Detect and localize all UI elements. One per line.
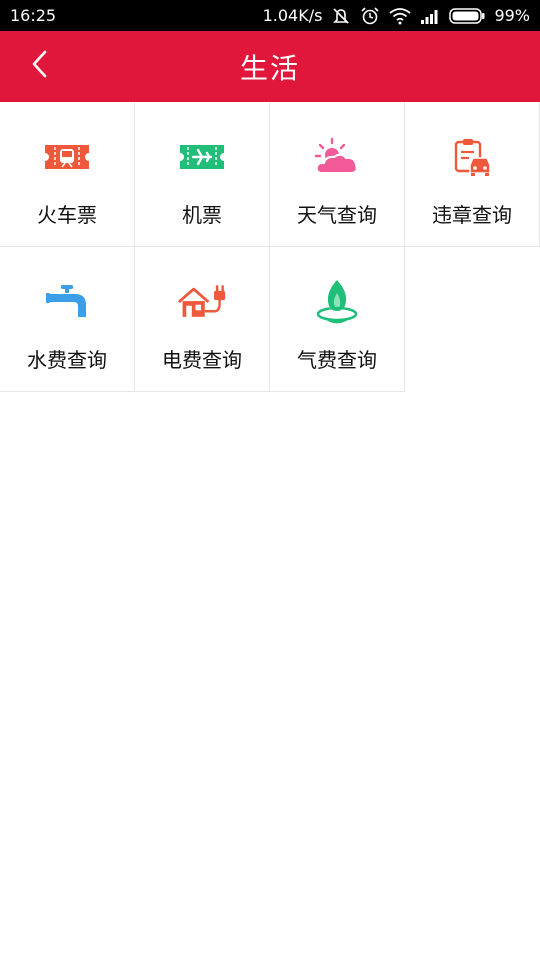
battery-icon — [449, 7, 485, 24]
tile-traffic-violation[interactable]: 违章查询 — [405, 102, 540, 247]
tile-gas-fee[interactable]: 气费查询 — [270, 247, 405, 392]
header-bar: 生活 — [0, 31, 540, 102]
gas-flame-icon — [312, 280, 362, 324]
tile-label: 违章查询 — [432, 203, 512, 227]
tile-label: 水费查询 — [27, 348, 107, 372]
wifi-icon — [389, 7, 411, 25]
tile-label: 电费查询 — [162, 348, 242, 372]
status-time: 16:25 — [10, 6, 57, 25]
status-indicators: 1.04K/s 99% — [263, 6, 530, 25]
weather-icon — [312, 135, 362, 179]
plane-ticket-icon — [177, 135, 227, 179]
tile-plane-ticket[interactable]: 机票 — [135, 102, 270, 247]
traffic-violation-icon — [447, 135, 497, 179]
electric-house-icon — [177, 280, 227, 324]
chevron-left-icon — [30, 49, 50, 83]
tile-water-fee[interactable]: 水费查询 — [0, 247, 135, 392]
tile-weather[interactable]: 天气查询 — [270, 102, 405, 247]
alarm-icon — [360, 6, 380, 25]
water-tap-icon — [42, 280, 92, 324]
train-ticket-icon — [42, 135, 92, 179]
mute-icon — [331, 7, 351, 25]
network-speed: 1.04K/s — [262, 6, 323, 25]
tile-label: 机票 — [182, 203, 222, 227]
tile-train-ticket[interactable]: 火车票 — [0, 102, 135, 247]
tile-label: 天气查询 — [297, 203, 377, 227]
service-grid: 火车票 机票 天气查询 违章查询 水费查询 电费查询 气费查询 — [0, 102, 540, 392]
tile-label: 气费查询 — [297, 348, 377, 372]
tile-electric-fee[interactable]: 电费查询 — [135, 247, 270, 392]
back-button[interactable] — [20, 45, 60, 87]
status-bar: 16:25 1.04K/s 99% — [0, 0, 540, 31]
page-title: 生活 — [239, 51, 300, 85]
tile-label: 火车票 — [37, 203, 97, 227]
signal-icon — [420, 8, 440, 24]
battery-percent: 99% — [494, 6, 530, 25]
